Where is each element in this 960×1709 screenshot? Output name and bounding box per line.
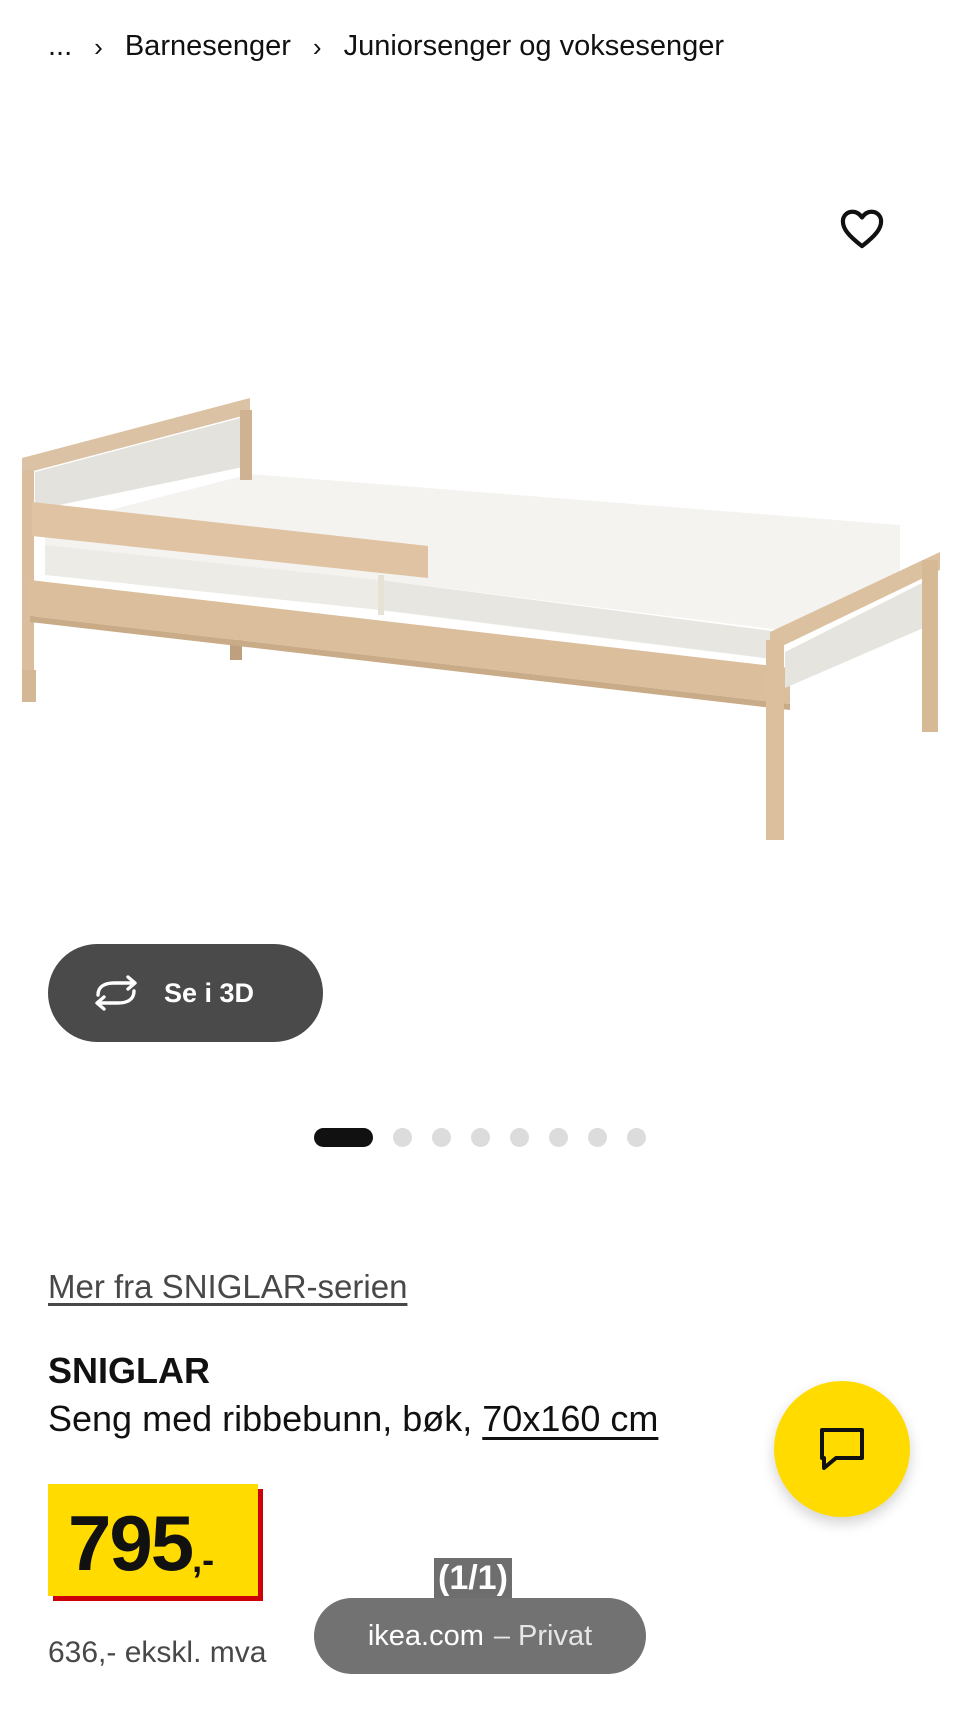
size-link[interactable]: 70x160 cm <box>482 1398 658 1439</box>
carousel-dot[interactable] <box>393 1128 412 1147</box>
series-link[interactable]: Mer fra SNIGLAR-serien <box>48 1268 407 1306</box>
breadcrumb-separator: › <box>312 31 322 62</box>
view-3d-button[interactable]: Se i 3D <box>48 944 323 1042</box>
carousel-dot-active[interactable] <box>314 1128 373 1147</box>
carousel-dot[interactable] <box>432 1128 451 1147</box>
breadcrumb-item-barnesenger[interactable]: Barnesenger <box>125 30 291 63</box>
product-image <box>22 398 940 840</box>
carousel-dot[interactable] <box>588 1128 607 1147</box>
carousel-dot[interactable] <box>549 1128 568 1147</box>
view-3d-label: Se i 3D <box>164 977 255 1008</box>
chat-button[interactable] <box>774 1381 910 1517</box>
price-suffix: ,- <box>192 1539 215 1580</box>
price-number: 795 <box>68 1499 194 1587</box>
product-description-text: Seng med ribbebunn, bøk, <box>48 1398 483 1439</box>
chat-icon <box>820 1428 864 1470</box>
favorite-button[interactable] <box>834 200 890 256</box>
product-page: ... › Barnesenger › Juniorsenger og voks… <box>0 0 960 1709</box>
tab-counter: (1/1) <box>434 1558 512 1600</box>
price-tag: 795 ,- <box>48 1484 258 1596</box>
heart-icon <box>840 209 884 249</box>
breadcrumb-separator: › <box>94 31 103 62</box>
carousel-dot[interactable] <box>627 1128 646 1147</box>
product-description: Seng med ribbebunn, bøk, 70x160 cm <box>48 1398 658 1440</box>
breadcrumb-item-juniorsenger[interactable]: Juniorsenger og voksesenger <box>344 30 724 63</box>
carousel-pagination <box>314 1128 666 1147</box>
carousel-dot[interactable] <box>510 1128 529 1147</box>
rotate-3d-icon <box>95 975 137 1011</box>
price-ex-vat: 636,- ekskl. mva <box>48 1636 267 1669</box>
browsing-mode: – Privat <box>493 1619 593 1652</box>
address-bar[interactable]: ikea.com – Privat <box>314 1598 646 1674</box>
breadcrumb-ellipsis[interactable]: ... <box>48 30 72 63</box>
product-name: SNIGLAR <box>48 1350 210 1391</box>
url-domain: ikea.com <box>367 1619 484 1652</box>
breadcrumb: ... › Barnesenger › Juniorsenger og voks… <box>48 30 724 63</box>
carousel-dot[interactable] <box>471 1128 490 1147</box>
